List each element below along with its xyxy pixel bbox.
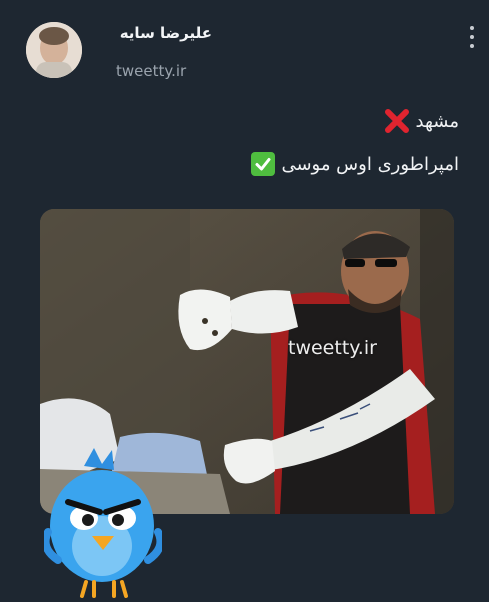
tweet-line-1: مشهد (384, 108, 459, 134)
tweet-line-2: امپراطوری اوس موسی (251, 152, 459, 176)
cross-mark-icon (384, 109, 409, 133)
check-mark-icon (251, 152, 276, 176)
author-handle[interactable]: tweetty.ir (116, 62, 186, 80)
tweet-line-2-text: امپراطوری اوس موسی (281, 153, 459, 175)
more-options-icon[interactable] (469, 26, 475, 48)
author-name[interactable]: علیرضا سایه (118, 24, 212, 42)
tweet-line-1-text: مشهد (415, 110, 459, 132)
media-watermark: tweetty.ir (288, 337, 377, 359)
angry-bird-mascot-icon (41, 448, 165, 598)
avatar[interactable] (26, 22, 82, 78)
